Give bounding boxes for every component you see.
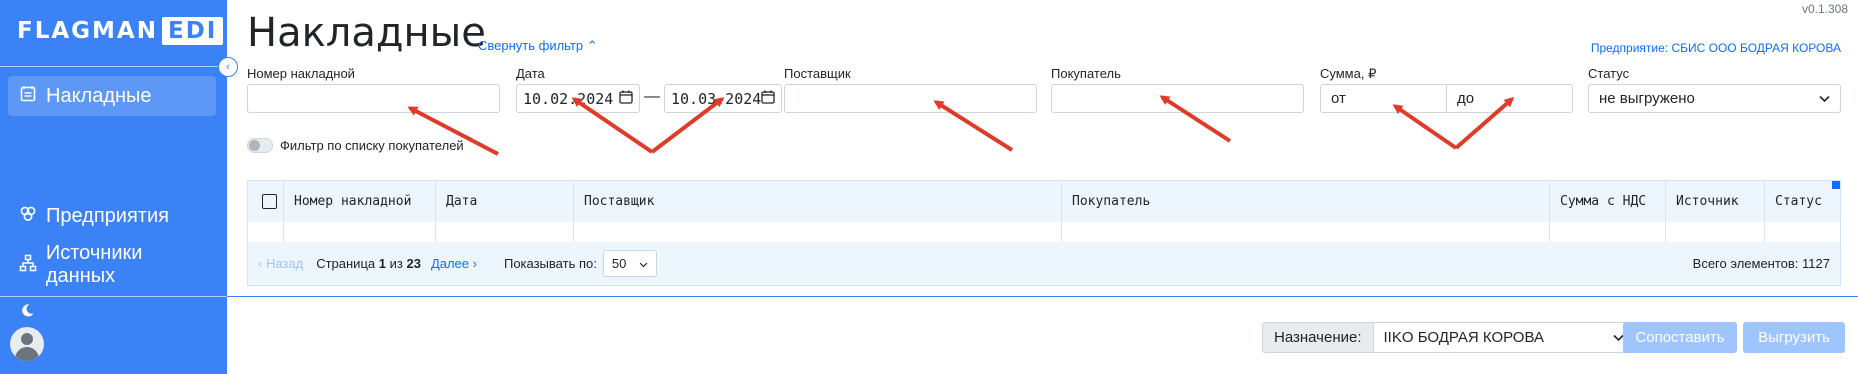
avatar[interactable] bbox=[10, 327, 44, 361]
enterprise-link[interactable]: Предприятие: СБИС ООО БОДРАЯ КОРОВА bbox=[1591, 41, 1841, 55]
amount-label: Сумма, ₽ bbox=[1320, 66, 1377, 81]
chevron-down-icon bbox=[1612, 330, 1624, 345]
destination-select[interactable]: IIKO БОДРАЯ КОРОВА bbox=[1373, 323, 1634, 352]
supplier-input[interactable] bbox=[784, 84, 1037, 113]
amount-to-input[interactable]: до bbox=[1446, 84, 1573, 113]
sidebar-item-label: Источники данных bbox=[45, 242, 143, 287]
sidebar-divider bbox=[0, 296, 227, 297]
column-header[interactable]: Дата bbox=[436, 181, 574, 222]
date-label: Дата bbox=[516, 66, 545, 81]
next-page-link[interactable]: Далее › bbox=[431, 256, 477, 271]
status-select[interactable]: не выгружено bbox=[1588, 84, 1841, 113]
sidebar-item-enterprises[interactable]: Предприятия bbox=[8, 196, 216, 236]
column-header[interactable]: Номер накладной bbox=[284, 181, 436, 222]
footer-divider bbox=[227, 296, 1858, 297]
table-cell bbox=[1666, 222, 1765, 242]
column-header[interactable]: Статус bbox=[1765, 181, 1840, 222]
status-value: не выгружено bbox=[1599, 90, 1695, 107]
match-button[interactable]: Сопоставить bbox=[1623, 322, 1737, 353]
date-to-value: 10.03.2024 bbox=[671, 89, 762, 108]
total-pages: 23 bbox=[406, 256, 421, 271]
page-title: Накладные bbox=[247, 10, 486, 56]
table-cell bbox=[1550, 222, 1666, 242]
logo-text: FLAGMAN bbox=[17, 18, 158, 44]
per-page-label: Показывать по: bbox=[503, 256, 597, 271]
table-header: Номер накладной Дата Поставщик Покупател… bbox=[248, 181, 1840, 223]
of-text: из bbox=[389, 256, 403, 271]
destination-label: Назначение: bbox=[1263, 323, 1374, 352]
sidebar-item-label: Накладные bbox=[46, 84, 152, 107]
date-from-input[interactable]: 10.02.2024 bbox=[516, 84, 640, 113]
status-label: Статус bbox=[1588, 66, 1630, 81]
destination-value: IIKO БОДРАЯ КОРОВА bbox=[1383, 329, 1544, 346]
chevron-left-icon: ‹ bbox=[226, 61, 230, 73]
app-version: v0.1.308 bbox=[1801, 2, 1848, 16]
table-cell bbox=[574, 222, 1062, 242]
total-items: Всего элементов: 1127 bbox=[1692, 256, 1830, 271]
column-header[interactable]: Покупатель bbox=[1062, 181, 1550, 222]
table-cell bbox=[436, 222, 574, 242]
table-row[interactable] bbox=[248, 222, 1840, 242]
table-cell bbox=[1765, 222, 1840, 242]
buyer-list-toggle[interactable] bbox=[247, 138, 273, 153]
page-text: Страница bbox=[316, 256, 376, 271]
table-scrollbar[interactable] bbox=[1832, 181, 1840, 189]
sidebar-divider bbox=[0, 66, 227, 67]
logo[interactable]: FLAGMAN EDI bbox=[17, 17, 224, 45]
sidebar-item-invoices[interactable]: Накладные bbox=[8, 76, 216, 116]
buyer-list-toggle-label: Фильтр по списку покупателей bbox=[280, 138, 464, 153]
table-cell bbox=[284, 222, 436, 242]
data-sources-icon bbox=[18, 254, 38, 277]
avatar-body bbox=[15, 347, 39, 361]
collapse-filter-link[interactable]: Свернуть фильтр ⌃ bbox=[478, 38, 598, 54]
per-page-select[interactable]: 50 bbox=[602, 250, 657, 277]
sidebar-item-data-sources[interactable]: Источники данных bbox=[8, 242, 216, 287]
invoice-number-input[interactable] bbox=[247, 84, 500, 113]
table-cell bbox=[1062, 222, 1550, 242]
enterprises-icon bbox=[18, 205, 38, 228]
sidebar-collapse-button[interactable]: ‹ bbox=[218, 57, 238, 77]
select-all-checkbox[interactable] bbox=[262, 194, 277, 209]
avatar-head bbox=[21, 333, 33, 345]
buyer-input[interactable] bbox=[1051, 84, 1304, 113]
toggle-knob bbox=[249, 140, 260, 151]
per-page-value: 50 bbox=[611, 256, 627, 271]
buyer-list-filter[interactable]: Фильтр по списку покупателей bbox=[247, 138, 464, 153]
export-button[interactable]: Выгрузить bbox=[1743, 322, 1845, 353]
column-header[interactable]: Источник bbox=[1666, 181, 1765, 222]
chevron-down-icon bbox=[1819, 91, 1830, 106]
amount-from-input[interactable]: от bbox=[1320, 84, 1447, 113]
date-from-value: 10.02.2024 bbox=[523, 89, 614, 108]
chevron-down-icon bbox=[639, 256, 648, 271]
column-header[interactable]: Сумма с НДС bbox=[1550, 181, 1666, 222]
date-range-separator: — bbox=[644, 88, 660, 105]
table-cell bbox=[248, 222, 284, 242]
sidebar: FLAGMAN EDI Накладные Предприятия Источн… bbox=[0, 0, 227, 374]
page-indicator: Страница 1 из 23 bbox=[316, 256, 421, 271]
invoices-table: Номер накладной Дата Поставщик Покупател… bbox=[247, 180, 1841, 286]
sidebar-item-label: Предприятия bbox=[46, 204, 169, 227]
invoice-number-label: Номер накладной bbox=[247, 66, 355, 81]
amount-to-placeholder: до bbox=[1457, 90, 1475, 107]
amount-from-placeholder: от bbox=[1331, 90, 1346, 107]
column-header[interactable]: Поставщик bbox=[574, 181, 1062, 222]
invoice-icon bbox=[18, 85, 38, 107]
select-all-cell bbox=[248, 181, 284, 222]
calendar-icon[interactable] bbox=[619, 90, 633, 108]
pagination: ‹ Назад Страница 1 из 23 Далее › Показыв… bbox=[248, 242, 1840, 285]
buyer-label: Покупатель bbox=[1051, 66, 1121, 81]
current-page: 1 bbox=[378, 256, 386, 271]
date-to-input[interactable]: 10.03.2024 bbox=[664, 84, 782, 113]
logo-badge: EDI bbox=[161, 17, 224, 45]
moon-icon[interactable] bbox=[20, 303, 35, 323]
prev-page-link[interactable]: ‹ Назад bbox=[258, 256, 303, 271]
destination-select-group: Назначение: IIKO БОДРАЯ КОРОВА bbox=[1262, 322, 1635, 353]
calendar-icon[interactable] bbox=[761, 90, 775, 108]
supplier-label: Поставщик bbox=[784, 66, 851, 81]
